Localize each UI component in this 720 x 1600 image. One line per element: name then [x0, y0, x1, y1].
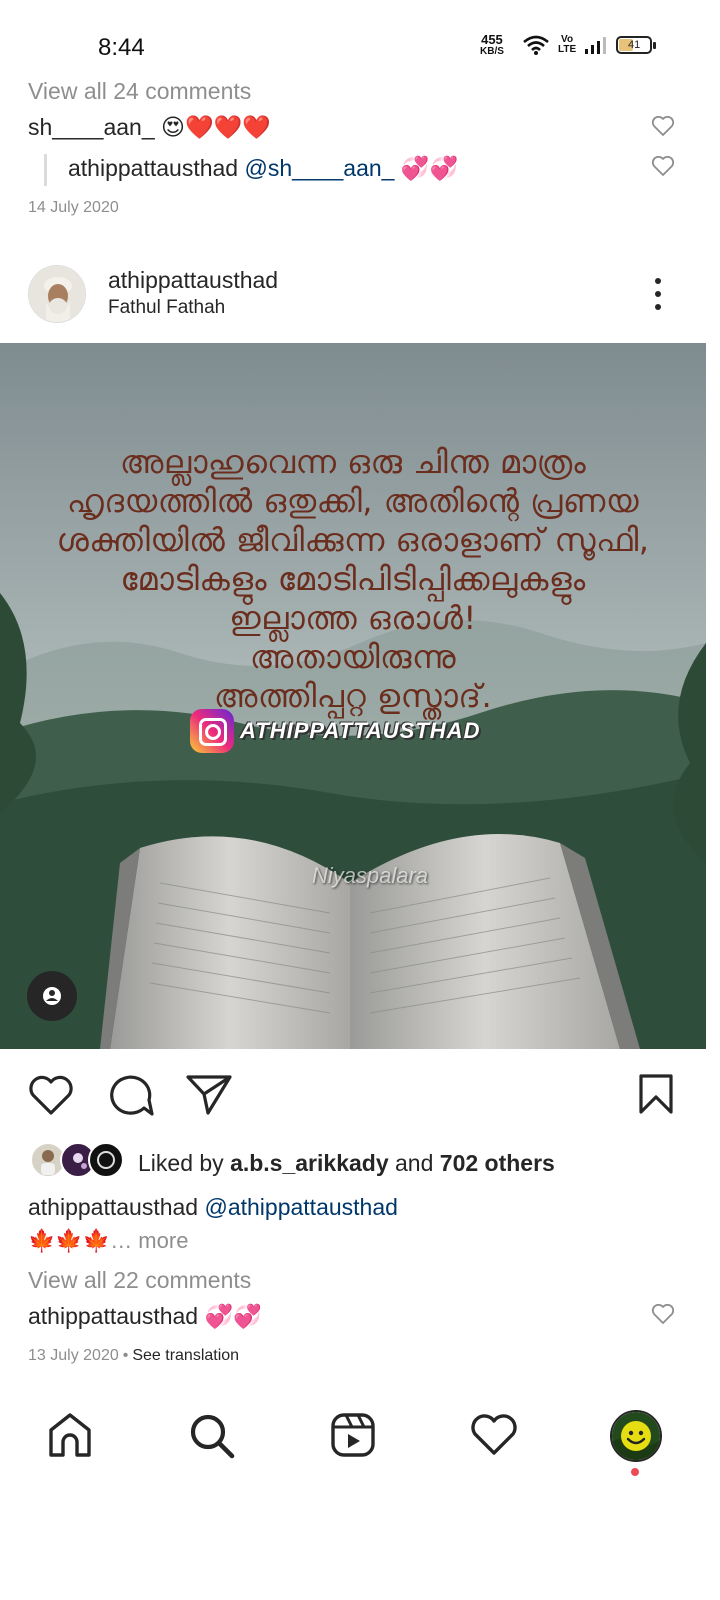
network-speed-unit: KB/S: [480, 46, 504, 57]
comment-like-heart-icon[interactable]: [651, 115, 675, 137]
quote-line: ഇല്ലാത്ത ഒരാൾ!: [229, 599, 477, 637]
more-vertical-icon[interactable]: [648, 276, 668, 312]
paper-plane-icon[interactable]: [186, 1074, 232, 1116]
view-all-comments-link[interactable]: View all 22 comments: [28, 1267, 251, 1294]
likes-prefix: Liked by: [138, 1150, 231, 1176]
caption-mention[interactable]: @athippattausthad: [204, 1194, 397, 1220]
activity-heart-icon[interactable]: [470, 1414, 518, 1456]
lte-label: LTE: [558, 44, 577, 55]
caption-emoji: 🍁🍁🍁: [28, 1228, 111, 1253]
comment: athippattausthad 💞💞: [28, 1303, 262, 1330]
heart-icon[interactable]: [28, 1074, 74, 1116]
wifi-icon: [523, 35, 549, 55]
instagram-handle-tag: ATHIPPATTAUSTHAD: [190, 709, 480, 753]
reply-mention[interactable]: @sh____aan_: [244, 155, 394, 181]
reply-username[interactable]: athippattausthad: [68, 155, 238, 181]
comment-like-heart-icon[interactable]: [651, 1303, 675, 1325]
date-separator: •: [122, 1347, 129, 1364]
search-icon[interactable]: [188, 1412, 236, 1460]
comment-username[interactable]: sh____aan_: [28, 114, 155, 140]
instagram-handle-text: ATHIPPATTAUSTHAD: [240, 718, 481, 743]
avatar-image: [612, 1412, 660, 1460]
post-location[interactable]: Fathul Fathah: [108, 297, 225, 319]
comment-text: 💞💞: [204, 1303, 262, 1329]
avatar: [88, 1142, 124, 1178]
comment: sh____aan_ 😍❤️❤️❤️: [28, 114, 271, 141]
profile-avatar[interactable]: [610, 1410, 662, 1462]
tagged-people-button[interactable]: [27, 971, 77, 1021]
quote-line: അല്ലാഹുവെന്ന ഒരു ചിന്ത മാത്രം: [119, 443, 587, 481]
post-image[interactable]: അല്ലാഹുവെന്ന ഒരു ചിന്ത മാത്രം ഹൃദയത്തിൽ …: [0, 343, 706, 1049]
signal-icon: [585, 37, 607, 54]
network-speed-value: 455: [481, 32, 503, 47]
post-author-avatar[interactable]: [28, 265, 86, 323]
battery-icon: 41: [616, 36, 657, 54]
post-caption: athippattausthad @athippattausthad: [28, 1194, 398, 1221]
caption-username[interactable]: athippattausthad: [28, 1194, 198, 1220]
comment-icon[interactable]: [106, 1072, 154, 1118]
comment-reply: athippattausthad @sh____aan_ 💞💞: [68, 155, 458, 182]
quote-line: അതായിരുന്നു: [249, 638, 457, 676]
bookmark-icon[interactable]: [638, 1074, 674, 1114]
post-date: 14 July 2020: [28, 199, 119, 216]
post-author-username[interactable]: athippattausthad: [108, 267, 278, 294]
post-date: 13 July 2020: [28, 1347, 119, 1364]
home-icon[interactable]: [47, 1412, 93, 1458]
status-bar: 8:44 455 KB/S Vo LTE 41: [0, 0, 720, 80]
likes-summary[interactable]: Liked by a.b.s_arikkady and 702 others: [138, 1150, 555, 1177]
liker-username[interactable]: a.b.s_arikkady: [230, 1150, 389, 1176]
reply-thread-line: [44, 154, 47, 186]
post-date-row: 13 July 2020 • See translation: [28, 1347, 239, 1365]
avatar-image: [29, 266, 85, 322]
volte-indicator: Vo LTE: [558, 35, 576, 55]
caption-more-link[interactable]: … more: [110, 1228, 188, 1253]
battery-level: 41: [628, 39, 641, 51]
likes-others-count[interactable]: 702 others: [440, 1150, 555, 1176]
likes-mid: and: [388, 1150, 440, 1176]
caption-continued: 🍁🍁🍁… more: [28, 1228, 188, 1254]
see-translation-link[interactable]: See translation: [132, 1347, 239, 1364]
reply-text: 💞💞: [400, 155, 459, 181]
liker-avatars[interactable]: [30, 1142, 125, 1182]
notification-dot: [631, 1468, 639, 1476]
comment-username[interactable]: athippattausthad: [28, 1303, 198, 1329]
reply-like-heart-icon[interactable]: [651, 155, 675, 177]
image-watermark: Niyaspalara: [312, 863, 429, 888]
quote-line: ഹൃദയത്തിൽ ഒതുക്കി, അതിന്റെ പ്രണയ: [66, 482, 640, 520]
reels-icon[interactable]: [330, 1412, 376, 1458]
status-time: 8:44: [98, 34, 145, 61]
post-image-quote: അല്ലാഹുവെന്ന ഒരു ചിന്ത മാത്രം ഹൃദയത്തിൽ …: [0, 443, 706, 716]
status-icons: Vo LTE 41: [522, 34, 657, 56]
network-speed: 455 KB/S: [480, 32, 504, 58]
comment-text: 😍❤️❤️❤️: [161, 114, 271, 140]
person-tag-icon: [43, 987, 61, 1005]
quote-line: ശക്തിയിൽ ജീവിക്കുന്ന ഒരാളാണ് സൂഫി,: [56, 521, 650, 559]
instagram-logo-icon: [190, 709, 234, 753]
view-all-comments-link[interactable]: View all 24 comments: [28, 78, 251, 105]
quote-line: മോടികളും മോടിപിടിപ്പിക്കലുകളും: [120, 560, 586, 598]
